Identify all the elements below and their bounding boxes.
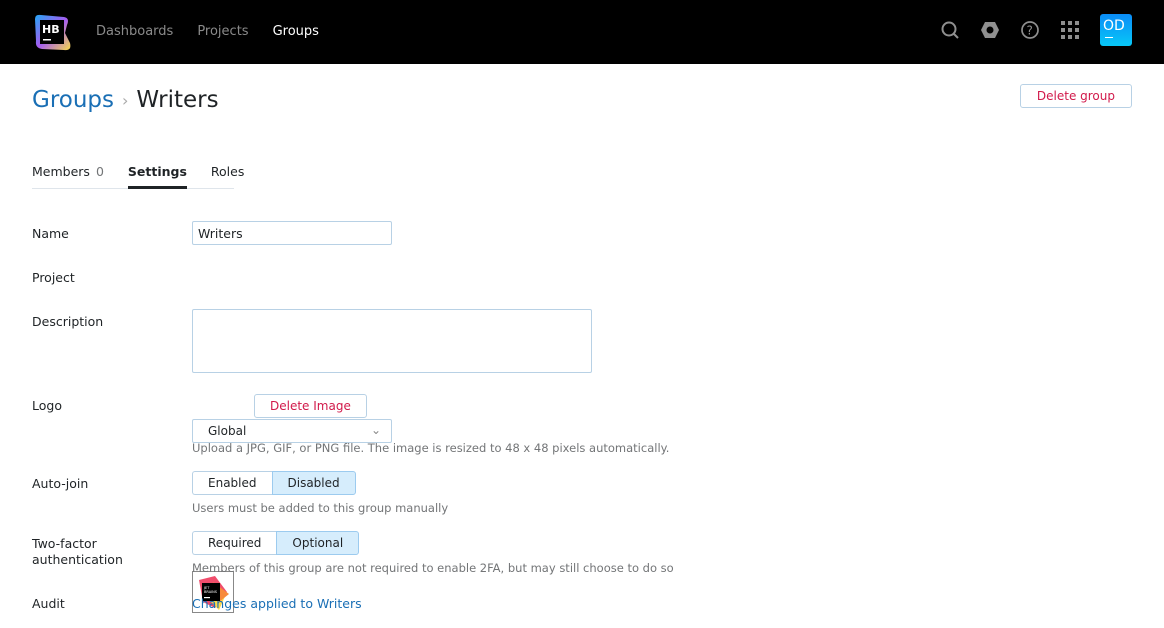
autojoin-enabled-button[interactable]: Enabled bbox=[192, 471, 272, 495]
members-count: 0 bbox=[95, 164, 104, 179]
audit-label: Audit bbox=[32, 596, 65, 611]
audit-link[interactable]: Changes applied to Writers bbox=[192, 596, 362, 611]
svg-text:HB: HB bbox=[42, 23, 60, 36]
name-label: Name bbox=[32, 226, 69, 241]
autojoin-disabled-button[interactable]: Disabled bbox=[271, 471, 356, 495]
tfa-label: Two-factor authentication bbox=[32, 536, 123, 568]
tab-settings[interactable]: Settings bbox=[127, 164, 187, 189]
project-value: Global bbox=[208, 424, 247, 438]
top-bar: HB Dashboards Projects Groups ? OD bbox=[0, 0, 1164, 64]
nav-projects[interactable]: Projects bbox=[197, 24, 248, 39]
breadcrumb-separator: › bbox=[122, 90, 129, 110]
nav-groups[interactable]: Groups bbox=[273, 24, 319, 39]
tfa-label-line2: authentication bbox=[32, 552, 123, 567]
autojoin-hint: Users must be added to this group manual… bbox=[192, 501, 449, 515]
tabs: Members 0 Settings Roles bbox=[32, 164, 244, 189]
chevron-down-icon: ⌄ bbox=[370, 423, 381, 437]
nav-dashboards[interactable]: Dashboards bbox=[96, 24, 173, 39]
user-avatar[interactable]: OD bbox=[1100, 14, 1132, 46]
tfa-required-button[interactable]: Required bbox=[192, 531, 277, 555]
logo-label: Logo bbox=[32, 398, 62, 413]
tab-members[interactable]: Members 0 bbox=[32, 164, 104, 189]
breadcrumb: Groups › Writers bbox=[32, 87, 219, 113]
name-input[interactable] bbox=[192, 221, 392, 245]
tfa-optional-button[interactable]: Optional bbox=[276, 531, 360, 555]
svg-text:BRAINS: BRAINS bbox=[204, 590, 218, 594]
page-title: Writers bbox=[136, 87, 219, 113]
tfa-toggle: Required Optional bbox=[192, 531, 360, 555]
apps-grid-icon[interactable] bbox=[1060, 20, 1080, 40]
project-select[interactable]: Global ⌄ bbox=[192, 419, 392, 443]
hub-logo[interactable]: HB bbox=[32, 13, 72, 53]
autojoin-toggle: Enabled Disabled bbox=[192, 471, 356, 495]
description-textarea[interactable] bbox=[192, 309, 592, 373]
search-icon[interactable] bbox=[940, 20, 960, 40]
tfa-label-line1: Two-factor bbox=[32, 536, 97, 551]
logo-hint: Upload a JPG, GIF, or PNG file. The imag… bbox=[192, 441, 670, 455]
tab-members-label: Members bbox=[32, 164, 90, 179]
project-label: Project bbox=[32, 270, 75, 285]
breadcrumb-groups-link[interactable]: Groups bbox=[32, 87, 114, 113]
delete-group-button[interactable]: Delete group bbox=[1019, 84, 1132, 108]
description-label: Description bbox=[32, 314, 104, 329]
autojoin-label: Auto-join bbox=[32, 476, 89, 491]
tfa-hint: Members of this group are not required t… bbox=[192, 561, 674, 575]
settings-icon[interactable] bbox=[980, 20, 1000, 40]
help-icon[interactable]: ? bbox=[1020, 20, 1040, 40]
main-nav: Dashboards Projects Groups bbox=[96, 24, 319, 39]
delete-image-button[interactable]: Delete Image bbox=[254, 394, 367, 418]
tab-roles[interactable]: Roles bbox=[211, 164, 244, 189]
svg-text:?: ? bbox=[1027, 24, 1033, 38]
